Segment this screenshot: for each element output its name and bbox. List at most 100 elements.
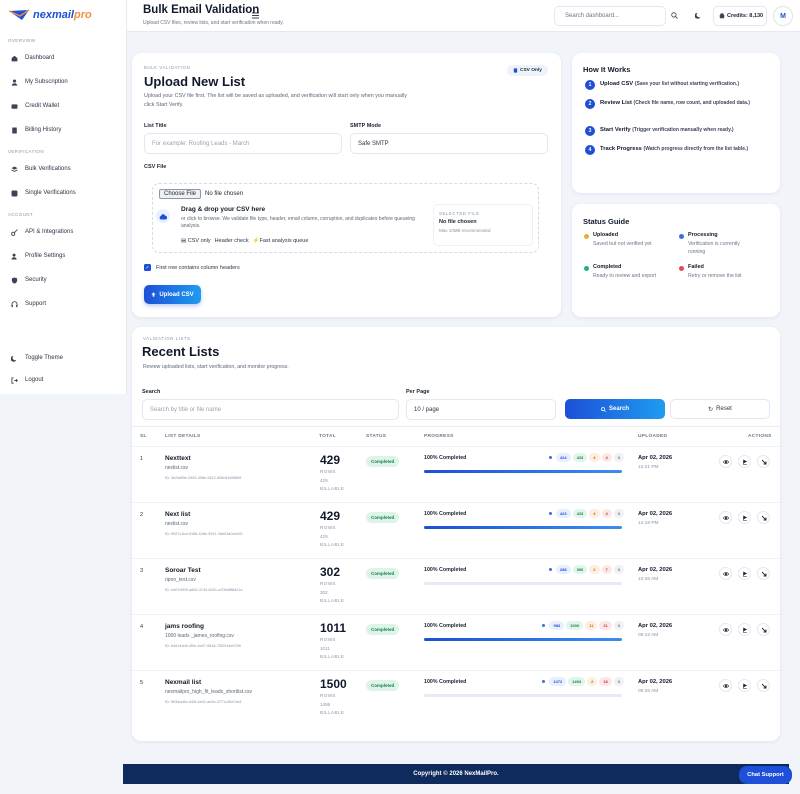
view-button[interactable] — [719, 567, 732, 580]
list-name[interactable]: Nexttext — [165, 455, 191, 462]
count-pill: 1472 — [549, 677, 567, 686]
shield-icon — [11, 276, 18, 284]
sidebar-item-credit-wallet[interactable]: Credit Wallet — [0, 96, 127, 116]
view-icon — [722, 683, 729, 689]
start-verify-button[interactable] — [738, 455, 751, 468]
total-rows: 1011 — [320, 621, 347, 635]
search-icon[interactable] — [671, 12, 678, 19]
file-dropzone[interactable]: Choose File No file chosen Drag & drop y… — [152, 183, 539, 253]
smtp-mode-select[interactable]: Safe SMTP — [350, 133, 548, 154]
step-number: 3 — [585, 126, 595, 136]
topbar: Bulk Email Validation Upload CSV files, … — [127, 0, 800, 32]
status-guide-title: Status Guide — [583, 217, 630, 226]
sidebar-item-bulk-verifications[interactable]: Bulk Verifications — [0, 159, 127, 179]
sidebar-item-my-subscription[interactable]: My Subscription — [0, 72, 127, 92]
export-button[interactable] — [757, 567, 770, 580]
start-verify-button[interactable] — [738, 567, 751, 580]
start-verify-button[interactable] — [738, 623, 751, 636]
headers-checkbox-label: First row contains column headers — [156, 265, 240, 271]
status-badge: Completed — [366, 680, 400, 691]
view-button[interactable] — [719, 679, 732, 692]
progress-bar — [424, 638, 622, 641]
count-pill: 0 — [613, 453, 624, 462]
sidebar-item-toggle-theme[interactable]: Toggle Theme — [0, 348, 127, 368]
list-search-input[interactable]: Search by title or file name — [142, 399, 399, 420]
file-picker[interactable]: Choose File No file chosen — [159, 189, 243, 199]
progress-text: 100% Completed — [424, 623, 467, 629]
row-sl: 1 — [140, 456, 144, 462]
list-name[interactable]: Soroar Test — [165, 567, 201, 574]
headset-icon — [11, 300, 18, 308]
column-header: PROGRESS — [424, 434, 454, 439]
table-row: 2 Next list nexlist.csv ID: 9927c1bd-9188-4… — [132, 502, 780, 558]
export-button[interactable] — [757, 455, 770, 468]
uploaded-time: 09:42 AM — [638, 633, 659, 638]
status-description: Saved but not verified yet — [593, 241, 652, 247]
search-button[interactable]: Search — [565, 399, 665, 419]
start-verify-icon — [742, 571, 748, 577]
progress-bar-fill — [424, 470, 622, 473]
total-rows: 302 — [320, 565, 341, 579]
page-subtitle: Upload CSV files, review lists, and star… — [143, 20, 284, 26]
view-button[interactable] — [719, 455, 732, 468]
count-pill: 0 — [613, 677, 624, 686]
sidebar-item-label: Credit Wallet — [25, 103, 60, 109]
list-name[interactable]: jams roofing — [165, 623, 204, 630]
table-row: 4 jams roofing 1000 leads _james_roofing.c… — [132, 614, 780, 670]
brand-logo[interactable]: nexmailpro — [8, 9, 92, 21]
sidebar-item-billing-history[interactable]: Billing History — [0, 120, 127, 140]
credits-text: Credits: 8,130 — [727, 13, 764, 19]
chat-support-button[interactable]: Chat Support — [739, 766, 792, 784]
progress-bar — [424, 582, 622, 585]
theme-toggle-icon[interactable] — [695, 12, 702, 19]
sidebar-item-api-integrations[interactable]: API & Integrations — [0, 222, 127, 242]
how-title: How It Works — [583, 65, 631, 74]
list-id: ID: 9927c1bd-9188-448e-9911-3ab03a0a4e01 — [165, 532, 244, 536]
check-icon — [11, 190, 18, 197]
step-description: (Watch progress directly from the list t… — [643, 146, 749, 152]
how-step: 4 Track Progress (Watch progress directly… — [585, 145, 770, 155]
sidebar-item-support[interactable]: Support — [0, 294, 127, 314]
count-pill: 4 — [589, 509, 600, 518]
upload-csv-button[interactable]: Upload CSV — [144, 285, 201, 304]
per-page-select[interactable]: 10 / page — [406, 399, 556, 420]
search-label: Search — [142, 389, 161, 395]
sidebar-item-security[interactable]: Security — [0, 270, 127, 290]
search-input[interactable]: Search dashboard... — [554, 6, 666, 26]
status-dot-small — [548, 568, 552, 571]
view-icon — [722, 459, 729, 465]
export-button[interactable] — [757, 623, 770, 636]
table-row: 5 Nexmail list nexmailpro_high_fit_leads_s… — [132, 670, 780, 726]
billable-label: BILLABLE — [320, 710, 345, 715]
sidebar-item-label: Profile Settings — [25, 253, 66, 259]
start-verify-button[interactable] — [738, 679, 751, 692]
reset-button[interactable]: ↻ Reset — [670, 399, 770, 419]
sidebar-item-profile-settings[interactable]: Profile Settings — [0, 246, 127, 266]
upload-kicker: BULK VALIDATION — [144, 65, 191, 70]
list-id: ID: 5634ad6c-d44f-4e01-ac0a-3771c26d7ae1 — [165, 700, 242, 704]
step-description: (Save your list without starting verific… — [634, 81, 739, 87]
sidebar-item-single-verifications[interactable]: Single Verifications — [0, 183, 127, 203]
export-button[interactable] — [757, 679, 770, 692]
view-button[interactable] — [719, 623, 732, 636]
sidebar-item-logout[interactable]: Logout — [0, 370, 127, 390]
avatar[interactable]: M — [773, 6, 793, 26]
list-id: ID: ea07d909-ad52-4744-8401-a706d8f8d21d — [165, 588, 243, 592]
result-counts: 983 1000 11 21 0 — [542, 621, 624, 630]
list-name[interactable]: Nexmail list — [165, 679, 201, 686]
view-button[interactable] — [719, 511, 732, 524]
choose-file-button[interactable]: Choose File — [159, 189, 202, 199]
export-button[interactable] — [757, 511, 770, 524]
count-pill: 1000 — [566, 621, 584, 630]
start-verify-button[interactable] — [738, 511, 751, 524]
sidebar-item-dashboard[interactable]: Dashboard — [0, 48, 127, 68]
list-title-input[interactable]: For example: Roofing Leads - March — [144, 133, 342, 154]
selected-file-box: SELECTED FILE No file chosen Max 10MB re… — [433, 204, 533, 246]
headers-checkbox[interactable]: ✓ — [144, 264, 151, 271]
list-name[interactable]: Next list — [165, 511, 190, 518]
billable-count: 1011 — [320, 646, 330, 651]
result-counts: 1472 1494 2 18 0 — [542, 677, 624, 686]
list-file: 1000 leads _james_roofing.csv — [165, 633, 234, 639]
search-button-label: Search — [608, 406, 629, 412]
credits-badge[interactable]: Credits: 8,130 — [713, 6, 767, 26]
